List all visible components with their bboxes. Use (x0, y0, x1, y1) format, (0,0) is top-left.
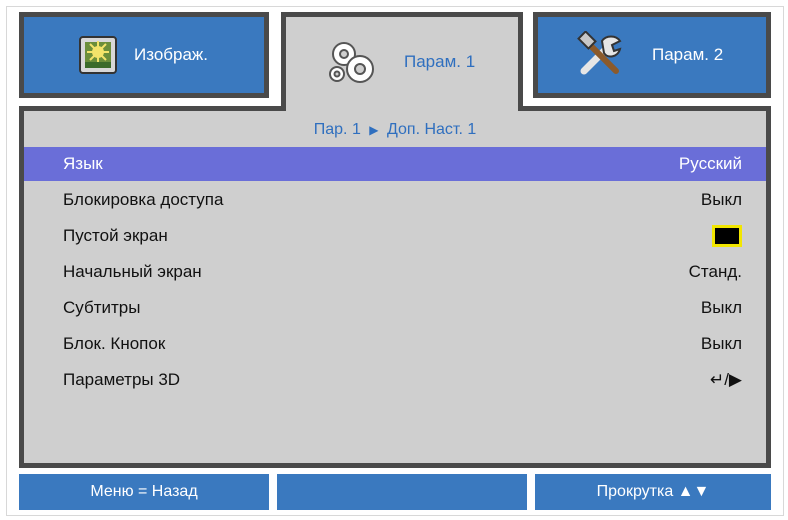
menu-item-value: Выкл (700, 190, 742, 209)
menu-item-value: Выкл (700, 298, 742, 317)
tab-settings1[interactable]: Парам. 1 (281, 12, 523, 107)
menu-item-value: Русский (678, 154, 742, 173)
breadcrumb-current: Доп. Наст. 1 (386, 121, 477, 138)
menu-item-security-lock[interactable]: Блокировка доступа Выкл (24, 183, 766, 217)
tools-icon (576, 30, 626, 79)
tab-settings2-label: Парам. 2 (652, 45, 724, 64)
menu-item-label: Блок. Кнопок (63, 334, 166, 353)
tab-image[interactable]: Изображ. (19, 12, 269, 98)
menu-item-label: Пустой экран (63, 226, 168, 245)
arrow-right-icon: ▶ (369, 123, 379, 137)
menu-item-splash-screen[interactable]: Начальный экран Станд. (24, 255, 766, 289)
status-back-hint: Меню = Назад (19, 474, 269, 510)
active-tab-joint (286, 100, 518, 112)
menu-item-keypad-lock[interactable]: Блок. Кнопок Выкл (24, 327, 766, 361)
menu-item-3d-settings[interactable]: Параметры 3D ↵/▶ (24, 363, 766, 397)
breadcrumb: Пар. 1 ▶ Доп. Наст. 1 (24, 121, 766, 139)
breadcrumb-parent: Пар. 1 (313, 121, 361, 138)
menu-item-language[interactable]: Язык Русский (24, 147, 766, 181)
menu-item-label: Субтитры (63, 298, 141, 317)
gears-icon (326, 36, 378, 88)
status-bar: Меню = Назад Прокрутка ▲▼ (19, 474, 771, 510)
menu-item-label: Начальный экран (63, 262, 202, 281)
tab-image-label: Изображ. (134, 45, 209, 64)
color-swatch (712, 225, 742, 247)
menu-item-label: Параметры 3D (63, 370, 181, 389)
menu-item-label: Блокировка доступа (63, 190, 224, 209)
tab-settings2[interactable]: Парам. 2 (533, 12, 771, 98)
menu-item-value: Станд. (688, 262, 742, 281)
menu-item-value: Выкл (700, 334, 742, 353)
status-scroll-hint: Прокрутка ▲▼ (535, 474, 771, 510)
menu-item-label: Язык (63, 154, 103, 173)
status-middle (277, 474, 527, 510)
settings-panel: Пар. 1 ▶ Доп. Наст. 1 Язык Русский Блоки… (19, 106, 771, 468)
tab-settings1-label: Парам. 1 (404, 52, 476, 71)
menu-item-subtitles[interactable]: Субтитры Выкл (24, 291, 766, 325)
enter-arrow-icon: ↵/▶ (709, 370, 742, 389)
image-icon (78, 35, 118, 75)
menu-item-blank-screen[interactable]: Пустой экран (24, 219, 766, 253)
